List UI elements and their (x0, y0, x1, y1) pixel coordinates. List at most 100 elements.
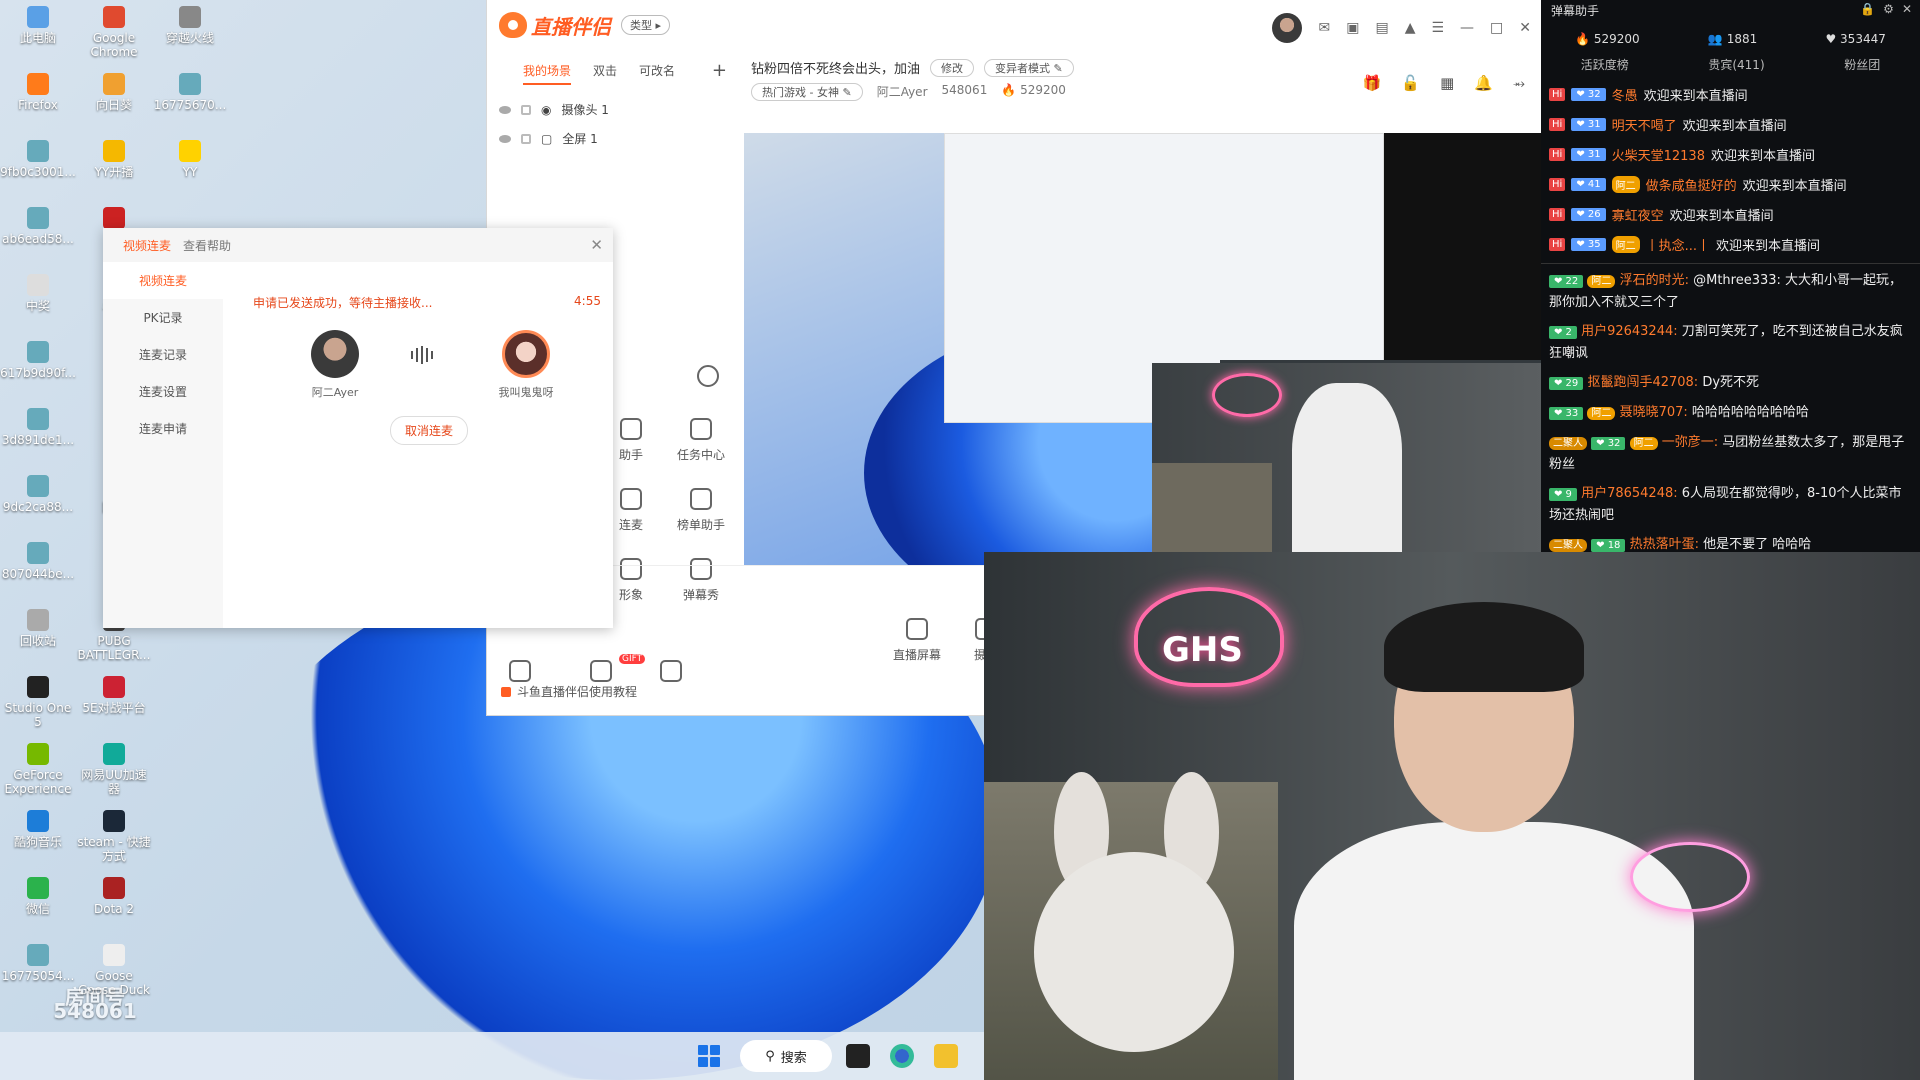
desktop-icon[interactable]: 16775670... (152, 73, 228, 112)
user-nick[interactable]: 寡虹夜空 (1612, 205, 1664, 224)
desktop-icon[interactable]: 中奖 (0, 274, 76, 313)
add-scene-button[interactable]: + (712, 60, 727, 81)
hi-badge: Hi (1549, 207, 1566, 221)
more-icon[interactable] (697, 365, 719, 387)
eye-icon[interactable] (499, 105, 511, 114)
tab-double-click[interactable]: 双击 (593, 62, 617, 85)
welcome-row: Hi ❤ 31 火柴天堂12138 欢迎来到本直播间 (1549, 139, 1912, 169)
desktop-icon[interactable]: 9dc2ca88... (0, 475, 76, 514)
user-nick[interactable]: 冬愚 (1612, 85, 1638, 104)
gift-icon[interactable]: 🎁 (1363, 74, 1382, 92)
desktop-icon[interactable]: 回收站 (0, 609, 76, 648)
user-nick[interactable]: 一弥彦一: (1662, 435, 1718, 450)
monitor-icon[interactable]: ▤ (1375, 20, 1388, 36)
app-icon (103, 676, 125, 698)
shirt-icon[interactable]: ▲ (1405, 20, 1416, 36)
menu-video-link[interactable]: 视频连麦 (103, 262, 223, 299)
bell-icon[interactable]: 🔔 (1474, 74, 1493, 92)
desktop-icon[interactable]: Dota 2 (76, 877, 152, 916)
desktop-icon[interactable]: 617b9d90f... (0, 341, 76, 380)
menu-link-records[interactable]: 连麦记录 (103, 336, 223, 373)
category-button[interactable]: 热门游戏 - 女神 ✎ (751, 83, 863, 101)
desktop-icon[interactable]: Firefox (0, 73, 76, 112)
user-nick[interactable]: 丨执念...丨 (1646, 235, 1710, 254)
dialog-close-icon[interactable]: ✕ (590, 236, 603, 254)
menu-pk-records[interactable]: PK记录 (103, 299, 223, 336)
lock-icon[interactable]: 🔒 (1860, 2, 1875, 16)
tab-activity[interactable]: 活跃度榜 (1581, 56, 1629, 73)
lock-icon[interactable] (521, 133, 531, 144)
user-nick[interactable]: 用户92643244: (1581, 324, 1678, 339)
avatar[interactable] (1272, 13, 1303, 43)
tab-vip[interactable]: 贵宾(411) (1708, 56, 1764, 73)
desktop-icon[interactable]: 酷狗音乐 (0, 810, 76, 849)
user-nick[interactable]: 热热落叶蛋: (1630, 537, 1699, 552)
unlock-icon[interactable]: 🔓 (1401, 74, 1420, 92)
screen-icon[interactable]: ▣ (1346, 20, 1359, 36)
scene-item-fullscreen[interactable]: ▢ 全屏 1 (487, 124, 737, 153)
desktop-icon[interactable]: GeForce Experience (0, 743, 76, 796)
task-view-icon[interactable] (846, 1044, 870, 1068)
gear-icon[interactable]: ⚙ (1883, 2, 1894, 16)
desktop-icon[interactable]: 3d891de1... (0, 408, 76, 447)
mode-button[interactable]: 变异者模式 ✎ (984, 58, 1074, 77)
file-explorer-icon[interactable] (934, 1044, 958, 1068)
desktop-icon[interactable]: 5E对战平台 (76, 676, 152, 715)
scene-label: 摄像头 1 (561, 103, 609, 117)
desktop-icon[interactable]: Studio One 5 (0, 676, 76, 729)
screen-capture-button[interactable]: 直播屏幕 (882, 618, 952, 663)
close-icon[interactable]: ✕ (1519, 20, 1531, 36)
desktop-icon[interactable]: 16775054... (0, 944, 76, 983)
desktop-icon[interactable]: 微信 (0, 877, 76, 916)
start-button[interactable] (698, 1045, 720, 1067)
minimize-icon[interactable]: — (1460, 20, 1474, 36)
user-nick[interactable]: 做条咸鱼挺好的 (1646, 175, 1737, 194)
taskbar-search-button[interactable]: ⚲ 搜索 (740, 1040, 832, 1072)
user-nick[interactable]: 抠鬣跑闯手42708: (1587, 375, 1698, 390)
edge-icon[interactable] (890, 1044, 914, 1068)
user-nick[interactable]: 火柴天堂12138 (1612, 145, 1705, 164)
desktop-icon[interactable]: 向日葵 (76, 73, 152, 112)
mail-icon[interactable]: ✉ (1318, 20, 1330, 36)
tutorial-link[interactable]: 斗鱼直播伴侣使用教程 (501, 683, 637, 700)
user-nick[interactable]: 浮石的时光: (1620, 273, 1689, 288)
eye-icon[interactable] (499, 134, 511, 143)
desktop-icon[interactable]: ab6ead58... (0, 207, 76, 246)
maximize-icon[interactable]: □ (1490, 20, 1503, 36)
desktop-icon-label: steam - 快捷方式 (77, 835, 151, 863)
desktop-icon[interactable]: Google Chrome (76, 6, 152, 59)
tab-my-scenes[interactable]: 我的场景 (523, 62, 572, 85)
desktop-icon-label: YY开播 (94, 165, 134, 179)
scene-item-camera[interactable]: ◉ 摄像头 1 (487, 95, 737, 124)
desktop-icon[interactable]: 807044be... (0, 542, 76, 581)
desktop-icon[interactable]: 此电脑 (0, 6, 76, 45)
menu-icon[interactable]: ☰ (1431, 20, 1444, 36)
user-nick[interactable]: 聂晓晓707: (1620, 405, 1688, 420)
layout-icon[interactable]: ▦ (1440, 74, 1454, 92)
app-titlebar: 直播伴侣 类型 ▸ ✉ ▣ ▤ ▲ ☰ — □ ✕ (487, 0, 1541, 50)
desktop-icon[interactable]: YY (152, 140, 228, 179)
desktop-icon[interactable]: YY开播 (76, 140, 152, 179)
desktop-icon[interactable]: 网易UU加速器 (76, 743, 152, 796)
desktop-icon[interactable]: 9fb0c3001... (0, 140, 76, 179)
share-icon[interactable]: ⥇ (1513, 74, 1525, 92)
menu-link-settings[interactable]: 连麦设置 (103, 373, 223, 410)
menu-link-requests[interactable]: 连麦申请 (103, 410, 223, 447)
desktop-icon[interactable]: steam - 快捷方式 (76, 810, 152, 863)
edit-title-button[interactable]: 修改 (930, 58, 975, 77)
close-icon[interactable]: ✕ (1902, 2, 1912, 16)
download-button[interactable] (636, 660, 706, 688)
lock-icon[interactable] (521, 104, 531, 115)
task-center-button[interactable]: 任务中心 (666, 418, 736, 463)
user-nick[interactable]: 明天不喝了 (1612, 115, 1677, 134)
tab-fan-club[interactable]: 粉丝团 (1844, 56, 1880, 73)
desktop-icon[interactable]: 穿越火线 (152, 6, 228, 45)
type-dropdown[interactable]: 类型 ▸ (621, 15, 671, 35)
user-nick[interactable]: 用户78654248: (1581, 486, 1678, 501)
tab-renamable[interactable]: 可改名 (639, 62, 675, 85)
ranking-assistant-button[interactable]: 榜单助手 (666, 488, 736, 533)
desktop-icon-label: 16775670... (153, 98, 227, 112)
cancel-link-button[interactable]: 取消连麦 (390, 416, 469, 445)
tab-video-link[interactable]: 视频连麦 (123, 237, 171, 254)
tab-help[interactable]: 查看帮助 (183, 237, 231, 254)
